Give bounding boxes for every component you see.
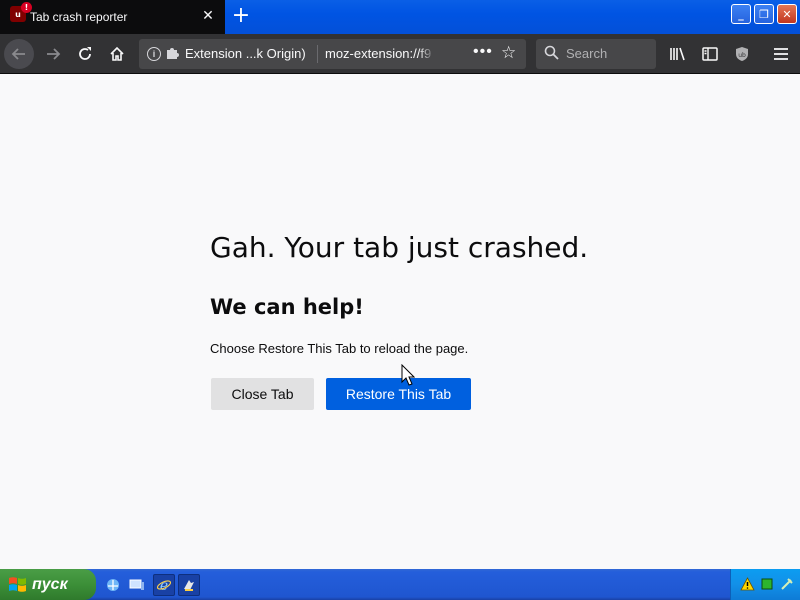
tab-close-icon[interactable]: ✕ [199, 7, 217, 25]
safely-remove-icon[interactable] [779, 576, 795, 592]
mouse-cursor-icon [401, 363, 416, 390]
back-arrow-icon[interactable] [4, 39, 34, 69]
menu-hamburger-icon[interactable] [766, 39, 796, 69]
new-tab-icon[interactable]: + [229, 5, 253, 29]
page-subtitle: We can help! [210, 295, 364, 319]
identity-label[interactable]: Extension ...k Origin) [185, 46, 306, 61]
close-window-button[interactable]: ✕ [777, 4, 797, 24]
sidebar-icon[interactable] [695, 39, 725, 69]
windows-logo-icon [8, 575, 28, 593]
firefox-task-icon[interactable] [178, 574, 200, 596]
start-button[interactable]: пуск [0, 569, 96, 600]
forward-arrow-icon[interactable] [38, 39, 68, 69]
system-tray [730, 569, 800, 600]
reload-icon[interactable] [70, 39, 100, 69]
search-placeholder: Search [566, 46, 608, 61]
url-bar[interactable]: i Extension ...k Origin) moz-extension:/… [139, 39, 526, 69]
tab-strip: u ! Tab crash reporter ✕ + _ ❐ ✕ [0, 0, 800, 34]
bookmark-star-icon[interactable]: ☆ [501, 43, 516, 63]
crash-page: Gah. Your tab just crashed. We can help!… [0, 75, 800, 569]
restore-window-button[interactable]: ❐ [754, 4, 774, 24]
library-icon[interactable] [663, 39, 693, 69]
start-label: пуск [32, 575, 68, 593]
minimize-button[interactable]: _ [731, 4, 751, 24]
search-icon [544, 45, 559, 64]
ie-quicklaunch-icon[interactable]: e [153, 574, 175, 596]
close-tab-button[interactable]: Close Tab [211, 378, 314, 410]
url-text[interactable]: moz-extension://f9 [325, 46, 435, 61]
svg-text:e: e [160, 578, 168, 593]
ie-browser-icon[interactable] [102, 574, 124, 596]
nav-toolbar: i Extension ...k Origin) moz-extension:/… [0, 34, 800, 74]
warning-icon[interactable] [739, 576, 755, 592]
puzzle-extension-icon [165, 46, 179, 63]
page-title: Gah. Your tab just crashed. [210, 231, 589, 264]
ublock-favicon-icon: u ! [10, 2, 32, 22]
home-icon[interactable] [102, 39, 132, 69]
svg-text:ub: ub [738, 52, 746, 59]
page-description: Choose Restore This Tab to reload the pa… [210, 341, 469, 356]
favicon-letter: u [15, 9, 21, 19]
tab-title: Tab crash reporter [30, 10, 128, 24]
taskbar: пуск e [0, 569, 800, 600]
page-actions-icon[interactable]: ••• [473, 43, 493, 61]
ublock-shield-icon[interactable]: ub [727, 39, 757, 69]
restore-tab-button[interactable]: Restore This Tab [326, 378, 471, 410]
network-icon[interactable] [759, 576, 775, 592]
search-input[interactable]: Search [536, 39, 656, 69]
info-icon[interactable]: i [147, 47, 161, 61]
show-desktop-icon[interactable] [126, 574, 148, 596]
url-separator [317, 45, 318, 63]
tab-crash-reporter[interactable]: u ! Tab crash reporter ✕ [0, 0, 225, 34]
